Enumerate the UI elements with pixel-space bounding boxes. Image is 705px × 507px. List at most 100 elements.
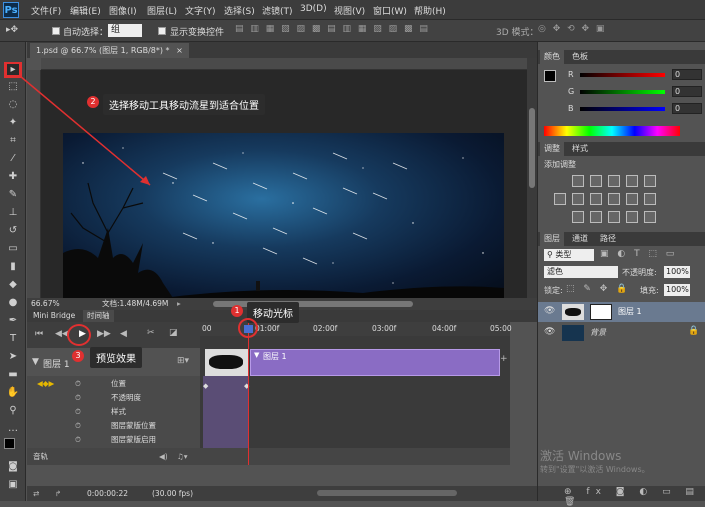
document-tab[interactable]: 1.psd @ 66.7% (图层 1, RGB/8*) * × — [30, 43, 189, 58]
shape-tool-icon[interactable]: ▬ — [6, 368, 20, 382]
hand-tool-icon[interactable]: ✋ — [6, 386, 20, 400]
channel-mixer-icon[interactable] — [626, 193, 638, 205]
stopwatch-icon[interactable]: ⏱ — [75, 391, 81, 405]
layer-filter-dropdown[interactable]: ⚲ 类型 — [544, 249, 594, 261]
document-image[interactable] — [63, 133, 504, 298]
curves-icon[interactable] — [608, 175, 620, 187]
layer-row-layer1[interactable]: 👁 图层 1 — [538, 302, 705, 322]
healing-brush-icon[interactable]: ✚ — [6, 170, 20, 184]
slider-green[interactable]: G 0 — [568, 86, 705, 97]
audio-track-row[interactable]: 音轨 ◀) ♫▾ — [27, 448, 510, 465]
levels-icon[interactable] — [590, 175, 602, 187]
render-icon[interactable]: ↱ — [55, 486, 61, 501]
close-icon[interactable]: × — [176, 46, 183, 55]
visibility-eye-icon[interactable]: 👁 — [544, 306, 555, 316]
color-balance-icon[interactable] — [572, 193, 584, 205]
lasso-tool-icon[interactable]: ◌ — [6, 98, 20, 112]
fill-field[interactable]: 100% — [664, 284, 690, 296]
tab-swatches[interactable]: 色板 — [568, 50, 592, 64]
marquee-tool-icon[interactable]: ⬚ — [6, 80, 20, 94]
color-lookup-icon[interactable] — [644, 193, 656, 205]
eraser-icon[interactable]: ▭ — [6, 242, 20, 256]
property-row-mask-position[interactable]: ⏱ 图层蒙版位置 — [27, 419, 200, 433]
audio-mute-icon[interactable]: ◀) — [159, 448, 168, 465]
lock-icons[interactable]: ⬚ ✎ ✥ 🔒 — [566, 284, 630, 294]
blend-mode-dropdown[interactable]: 滤色 — [544, 266, 618, 278]
property-row-opacity[interactable]: ⏱ 不透明度 — [27, 391, 200, 405]
tab-color[interactable]: 颜色 — [540, 50, 564, 64]
menu-view[interactable]: 视图(V) — [334, 4, 365, 17]
menu-help[interactable]: 帮助(H) — [414, 4, 446, 17]
stopwatch-icon[interactable]: ⏱ — [75, 419, 81, 433]
menu-3d[interactable]: 3D(D) — [300, 4, 327, 14]
screen-mode-icon[interactable]: ▣ — [6, 478, 20, 492]
foreground-color-swatch[interactable] — [4, 438, 15, 449]
threshold-icon[interactable] — [608, 211, 620, 223]
menu-file[interactable]: 文件(F) — [31, 4, 61, 17]
menu-layer[interactable]: 图层(L) — [147, 4, 177, 17]
posterize-icon[interactable] — [590, 211, 602, 223]
photo-filter-icon[interactable] — [608, 193, 620, 205]
menu-select[interactable]: 选择(S) — [224, 4, 255, 17]
black-white-icon[interactable] — [590, 193, 602, 205]
transition-icon[interactable]: ◪ — [169, 328, 178, 338]
layer-options-icon[interactable]: ⊞▾ — [177, 356, 189, 366]
gradient-tool-icon[interactable]: ▮ — [6, 260, 20, 274]
layer-filter-icons[interactable]: ▣ ◐ T ⬚ ▭ — [600, 249, 677, 259]
property-row-position[interactable]: ◀◆▶ ⏱ 位置 — [27, 377, 200, 391]
layers-action-icons[interactable]: ⊕ fx ◙ ◐ ▭ ▤ 🗑 — [564, 487, 705, 507]
audio-options-icon[interactable]: ♫▾ — [177, 448, 188, 465]
layer-mask-thumbnail[interactable] — [590, 304, 612, 320]
magic-wand-icon[interactable]: ✦ — [6, 116, 20, 130]
slider-red[interactable]: R 0 — [568, 69, 705, 80]
3d-mode-icons[interactable]: ◎ ✥ ⟲ ✥ ▣ — [538, 24, 606, 34]
tab-channels[interactable]: 通道 — [568, 232, 592, 246]
invert-icon[interactable] — [572, 211, 584, 223]
tab-mini-bridge[interactable]: Mini Bridge — [29, 310, 80, 322]
status-arrow-icon[interactable]: ▸ — [177, 298, 181, 310]
keyframe-start-icon[interactable]: ◆ — [203, 382, 208, 390]
visibility-eye-icon[interactable]: 👁 — [544, 327, 555, 337]
playhead[interactable] — [248, 322, 249, 465]
add-track-icon[interactable]: + — [500, 354, 508, 364]
eyedropper-icon[interactable]: ⁄ — [6, 152, 20, 166]
next-frame-icon[interactable]: ▶▶ — [97, 329, 111, 339]
menu-edit[interactable]: 编辑(E) — [70, 4, 101, 17]
slider-blue[interactable]: B 0 — [568, 103, 705, 114]
auto-select-checkbox[interactable] — [52, 27, 60, 35]
stopwatch-icon[interactable]: ⏱ — [75, 433, 81, 447]
move-tool-icon[interactable]: ▸✥ — [6, 25, 18, 35]
path-select-icon[interactable]: ➤ — [6, 350, 20, 364]
green-gradient-bar[interactable] — [580, 90, 665, 94]
more-tools-icon[interactable]: … — [6, 422, 20, 436]
vertical-scrollbar[interactable] — [527, 58, 537, 298]
quick-mask-icon[interactable]: ◙ — [6, 460, 20, 474]
tab-layers[interactable]: 图层 — [540, 232, 564, 246]
dodge-tool-icon[interactable]: ● — [6, 296, 20, 310]
stopwatch-icon[interactable]: ⏱ — [75, 405, 81, 419]
blue-value-field[interactable]: 0 — [672, 103, 702, 114]
convert-frame-icon[interactable]: ⇄ — [33, 486, 39, 501]
red-gradient-bar[interactable] — [580, 73, 665, 77]
brush-tool-icon[interactable]: ✎ — [6, 188, 20, 202]
brightness-icon[interactable] — [572, 175, 584, 187]
show-transform-checkbox[interactable] — [158, 27, 166, 35]
gradient-map-icon[interactable] — [626, 211, 638, 223]
layer-clip[interactable]: ▼ 图层 1 — [250, 349, 500, 376]
menu-image[interactable]: 图像(I) — [109, 4, 137, 17]
blue-gradient-bar[interactable] — [580, 107, 665, 111]
history-brush-icon[interactable]: ↺ — [6, 224, 20, 238]
crop-tool-icon[interactable]: ⌗ — [6, 134, 20, 148]
opacity-field[interactable]: 100% — [664, 266, 690, 278]
horizontal-scrollbar-thumb[interactable] — [213, 301, 413, 307]
keyframe-nav-icon[interactable]: ◀◆▶ — [37, 377, 54, 391]
selective-color-icon[interactable] — [644, 211, 656, 223]
tab-paths[interactable]: 路径 — [596, 232, 620, 246]
red-value-field[interactable]: 0 — [672, 69, 702, 80]
audio-icon[interactable]: ◀ — [120, 329, 127, 339]
exposure-icon[interactable] — [626, 175, 638, 187]
vibrance-icon[interactable] — [644, 175, 656, 187]
expand-arrow-icon[interactable]: ▼ — [32, 357, 39, 367]
property-row-style[interactable]: ⏱ 样式 — [27, 405, 200, 419]
fg-color-chip[interactable] — [544, 70, 556, 82]
